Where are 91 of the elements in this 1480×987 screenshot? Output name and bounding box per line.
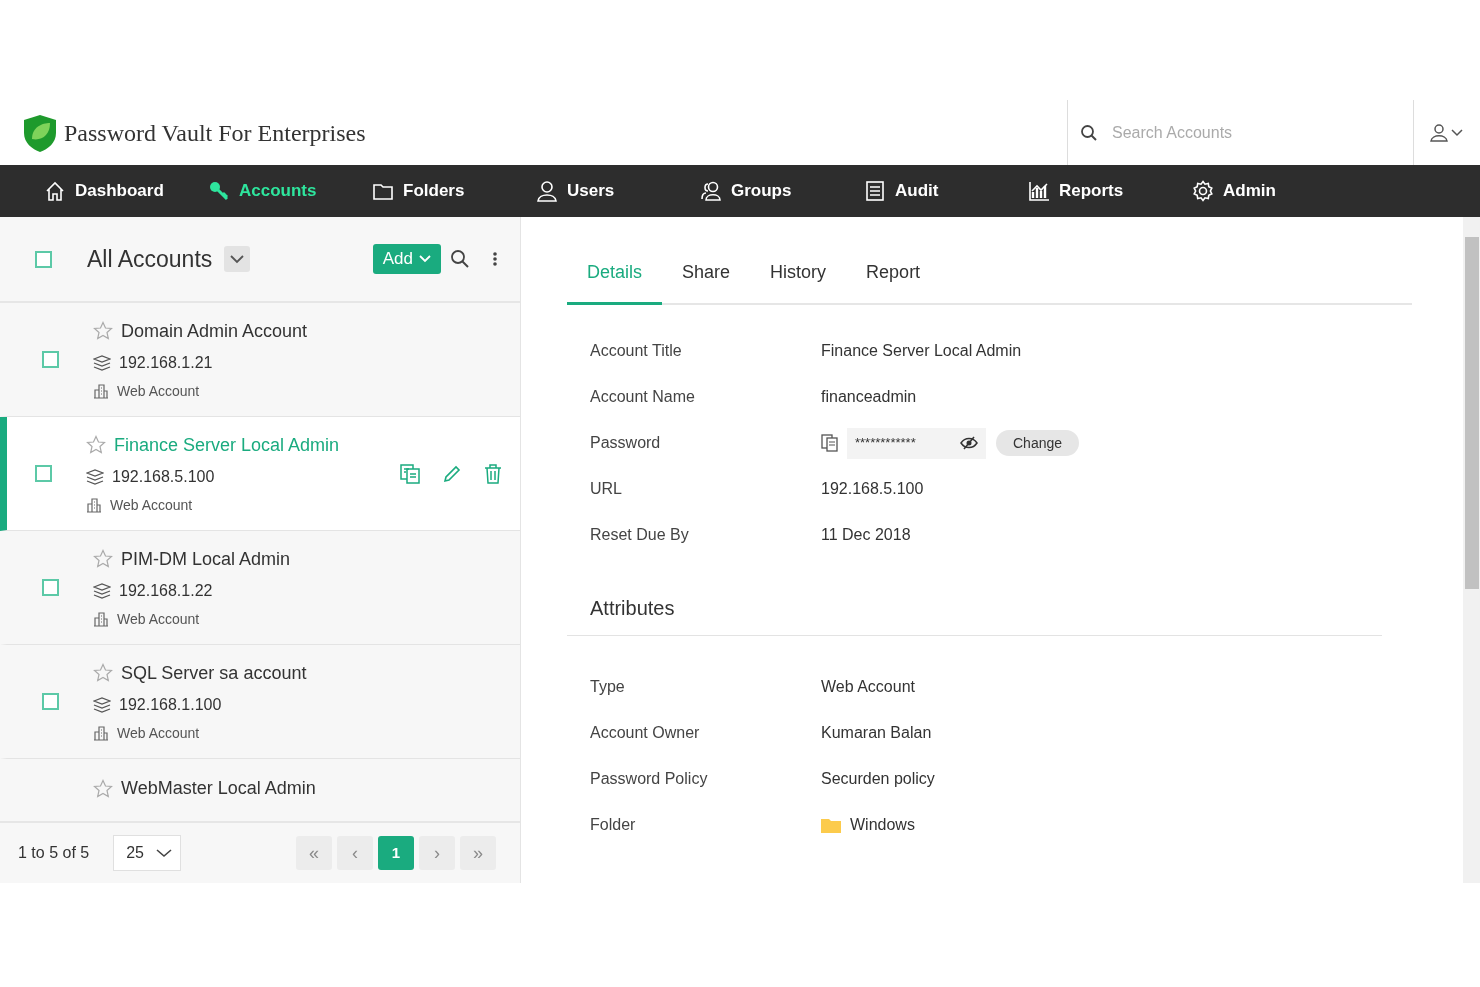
field-label: Account Title	[590, 341, 683, 361]
nav-item[interactable]: Groups	[700, 178, 864, 204]
building-icon	[93, 611, 109, 627]
document-icon	[864, 180, 886, 202]
field-label: Account Name	[590, 387, 696, 407]
user-icon	[536, 180, 558, 202]
star-icon[interactable]	[93, 549, 113, 569]
account-name: Domain Admin Account	[121, 319, 308, 343]
ip-address: 192.168.5.100	[112, 466, 215, 487]
dropdown-toggle[interactable]	[224, 246, 251, 272]
building-icon	[93, 725, 109, 741]
page-range: 1 to 5 of 5	[18, 843, 90, 863]
delete-icon[interactable]	[484, 463, 502, 484]
scrollbar[interactable]	[1463, 217, 1480, 883]
nav-item[interactable]: Users	[536, 178, 700, 204]
building-icon	[93, 383, 109, 399]
star-icon[interactable]	[93, 321, 113, 341]
search-icon[interactable]	[450, 249, 470, 269]
copy-icon[interactable]	[400, 463, 420, 484]
key-icon	[208, 180, 230, 202]
field-label: Type	[590, 677, 626, 697]
edit-icon[interactable]	[442, 463, 462, 484]
nav-item[interactable]: Dashboard	[44, 178, 208, 204]
account-name: Finance Server Local Admin	[114, 433, 340, 457]
checkbox[interactable]	[42, 579, 59, 596]
list-title: All Accounts	[87, 244, 213, 274]
star-icon[interactable]	[93, 778, 113, 799]
field-label: Password	[590, 433, 662, 453]
field-value: financeadmin	[821, 387, 917, 407]
checkbox[interactable]	[42, 351, 59, 368]
app-title: Password Vault For Enterprises	[64, 118, 366, 148]
user-menu-icon[interactable]	[1429, 122, 1465, 143]
account-type: Web Account	[117, 609, 200, 629]
nav-item[interactable]: Folders	[372, 178, 536, 204]
account-name: SQL Server sa account	[121, 661, 307, 685]
layers-icon	[86, 468, 104, 485]
tab[interactable]: Share	[662, 245, 751, 305]
field-label: Password Policy	[590, 769, 709, 789]
field-value: 11 Dec 2018	[821, 525, 911, 545]
chevron-down-icon	[230, 254, 245, 264]
nav-item[interactable]: Accounts	[208, 178, 372, 204]
field-label: URL	[590, 479, 623, 499]
layers-icon	[93, 696, 111, 713]
account-item[interactable]: Finance Server Local Admin 192.168.5.100 Web Account	[0, 417, 520, 531]
field-label: Folder	[590, 815, 637, 835]
account-item[interactable]: SQL Server sa account 192.168.1.100 Web Account	[0, 645, 520, 759]
hidden-eye-icon[interactable]	[960, 436, 978, 450]
nav-item[interactable]: Admin	[1192, 178, 1356, 204]
folder-icon	[821, 817, 841, 833]
tab[interactable]: History	[750, 245, 847, 305]
checkbox[interactable]	[42, 693, 59, 710]
tab[interactable]: Report	[846, 245, 941, 305]
layers-icon	[93, 582, 111, 599]
account-type: Web Account	[117, 723, 200, 743]
field-value: Finance Server Local Admin	[821, 341, 1022, 361]
ip-address: 192.168.1.21	[119, 352, 213, 373]
field-value: 192.168.5.100	[821, 479, 924, 499]
building-icon	[86, 497, 102, 513]
search-icon	[1080, 123, 1098, 142]
field-value: Kumaran Balan	[821, 723, 932, 743]
ip-address: 192.168.1.100	[119, 694, 222, 715]
account-type: Web Account	[117, 381, 200, 401]
ip-address: 192.168.1.22	[119, 580, 213, 601]
chart-icon	[1028, 180, 1050, 202]
password-value: ************	[855, 434, 916, 453]
nav-item[interactable]: Audit	[864, 178, 1028, 204]
field-label: Account Owner	[590, 723, 701, 743]
layers-icon	[93, 354, 111, 371]
account-item[interactable]: PIM-DM Local Admin 192.168.1.22 Web Account	[0, 531, 520, 645]
star-icon[interactable]	[86, 435, 106, 455]
checkbox[interactable]	[35, 250, 52, 268]
change-button[interactable]: Change	[996, 430, 1080, 456]
chevron-down-icon	[156, 848, 173, 858]
field-value: Web Account	[821, 677, 915, 697]
nav-item[interactable]: Reports	[1028, 178, 1192, 204]
checkbox[interactable]	[35, 465, 52, 482]
more-icon[interactable]	[492, 251, 498, 267]
field-value: Securden policy	[821, 769, 935, 789]
field-label: Reset Due By	[590, 525, 690, 545]
field-value: Windows	[850, 815, 915, 835]
section-title: Attributes	[567, 558, 1382, 636]
star-icon[interactable]	[93, 663, 113, 683]
account-type: Web Account	[110, 495, 193, 515]
chevron-down-icon	[419, 255, 431, 263]
page-size-select[interactable]: 25	[113, 835, 182, 871]
home-icon	[44, 180, 66, 202]
copy-icon[interactable]	[821, 434, 839, 452]
account-name: WebMaster Local Admin	[121, 777, 316, 800]
group-icon	[700, 180, 722, 202]
settings-icon	[1192, 180, 1214, 202]
account-name: PIM-DM Local Admin	[121, 547, 291, 571]
